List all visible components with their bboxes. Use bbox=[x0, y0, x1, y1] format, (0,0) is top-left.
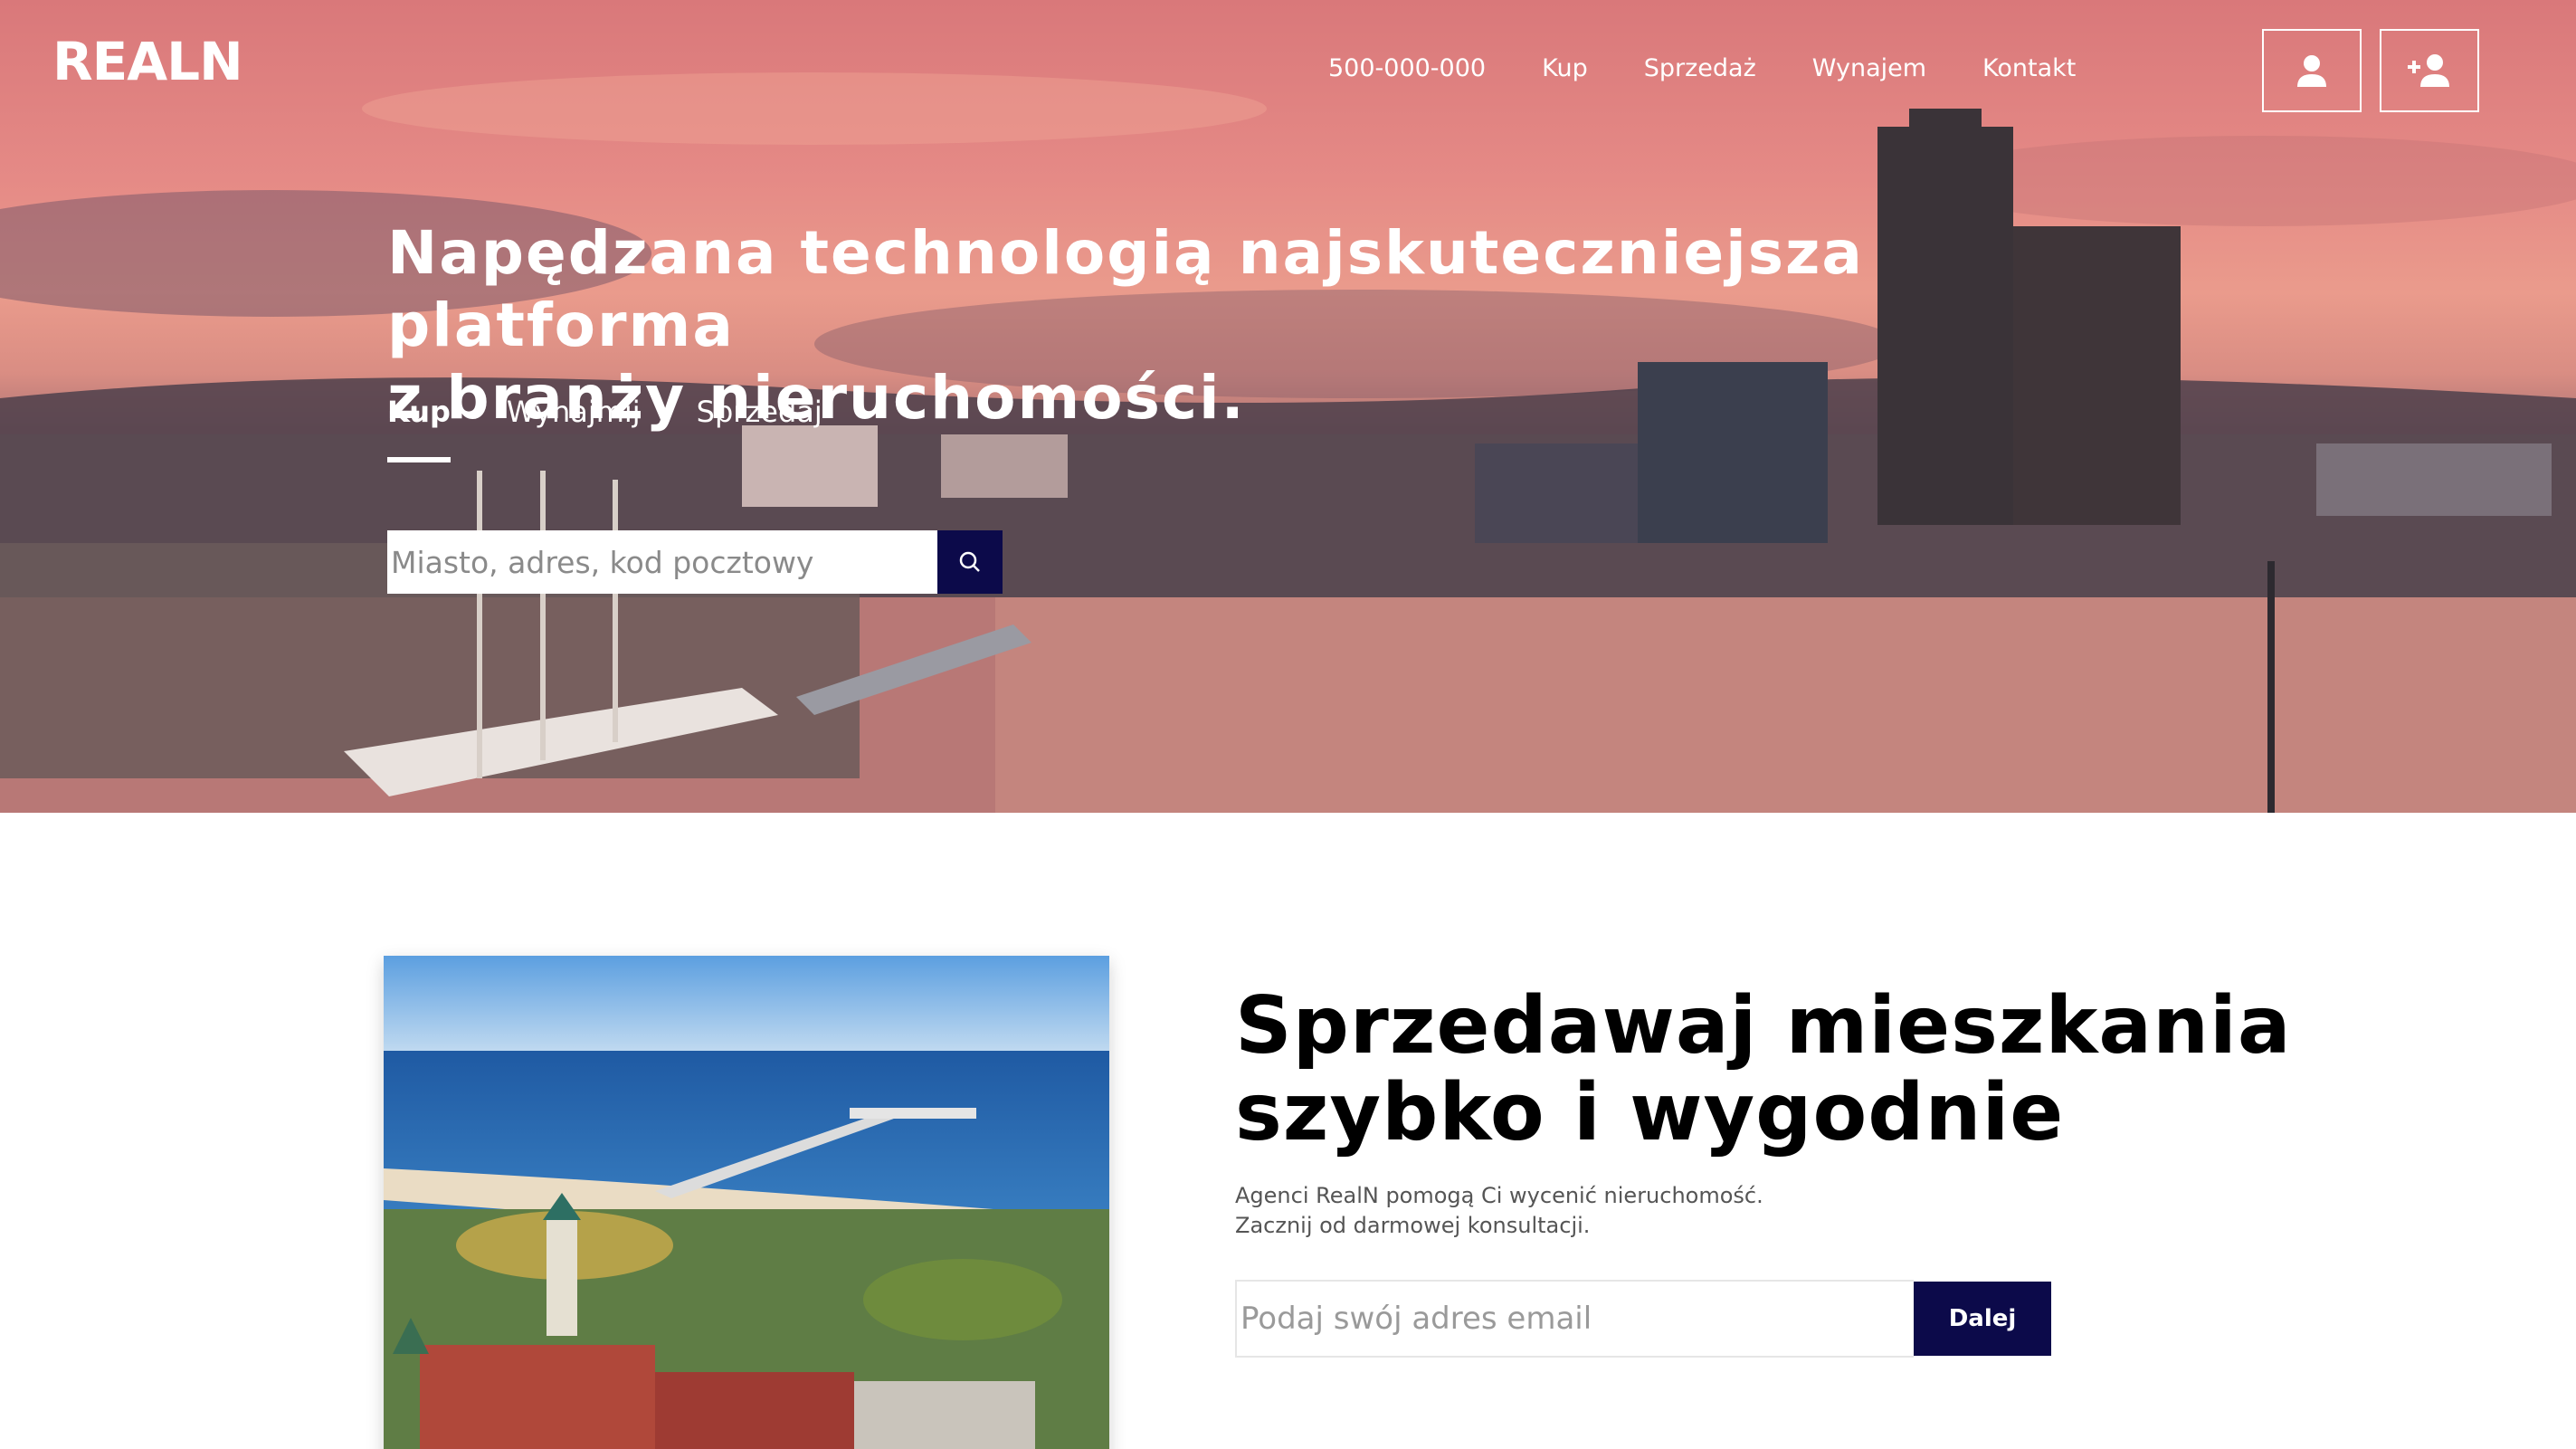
photo-illustration bbox=[384, 956, 1109, 1449]
hero-headline-line1: Napędzana technologią najskuteczniejsza … bbox=[387, 218, 1864, 360]
sell-desc-line2: Zacznij od darmowej konsultacji. bbox=[1235, 1213, 1591, 1238]
sell-title-line2: szybko i wygodnie bbox=[1235, 1066, 2065, 1158]
search-mode-tabs: Kup Wynajmij Sprzedaj bbox=[387, 395, 879, 462]
tab-kup[interactable]: Kup bbox=[387, 395, 451, 462]
email-signup-form: Dalej bbox=[1235, 1280, 2051, 1358]
sell-desc-line1: Agenci RealN pomogą Ci wycenić nieruchom… bbox=[1235, 1183, 1763, 1208]
search-button[interactable] bbox=[937, 530, 1003, 594]
nav-item-kontakt[interactable]: Kontakt bbox=[1982, 54, 2076, 82]
nav-phone-link[interactable]: 500-000-000 bbox=[1328, 54, 1486, 82]
sell-section-title: Sprzedawaj mieszkania szybko i wygodnie bbox=[1235, 982, 2411, 1156]
email-field[interactable] bbox=[1235, 1280, 1914, 1358]
next-button[interactable]: Dalej bbox=[1914, 1282, 2051, 1356]
login-button[interactable] bbox=[2262, 29, 2362, 112]
user-plus-icon bbox=[2408, 54, 2449, 87]
tab-wynajmij[interactable]: Wynajmij bbox=[507, 395, 641, 429]
user-icon bbox=[2297, 55, 2326, 87]
nav-item-kup[interactable]: Kup bbox=[1542, 54, 1588, 82]
search-icon bbox=[959, 551, 980, 572]
top-navigation: 500-000-000 Kup Sprzedaż Wynajem Kontakt bbox=[1328, 54, 2132, 82]
hero-section: REALN 500-000-000 Kup Sprzedaż Wynajem K… bbox=[0, 0, 2576, 813]
sell-section-description: Agenci RealN pomogą Ci wycenić nieruchom… bbox=[1235, 1181, 1763, 1241]
nav-item-wynajem[interactable]: Wynajem bbox=[1812, 54, 1926, 82]
brand-logo[interactable]: REALN bbox=[52, 31, 243, 92]
tab-sprzedaj[interactable]: Sprzedaj bbox=[697, 395, 822, 429]
search-input[interactable] bbox=[387, 530, 937, 594]
hero-search-bar bbox=[387, 530, 1003, 594]
nav-item-sprzedaz[interactable]: Sprzedaż bbox=[1644, 54, 1756, 82]
register-button[interactable] bbox=[2380, 29, 2479, 112]
seaside-aerial-photo bbox=[384, 956, 1109, 1449]
sell-title-line1: Sprzedawaj mieszkania bbox=[1235, 979, 2292, 1072]
page: REALN 500-000-000 Kup Sprzedaż Wynajem K… bbox=[0, 0, 2576, 1449]
